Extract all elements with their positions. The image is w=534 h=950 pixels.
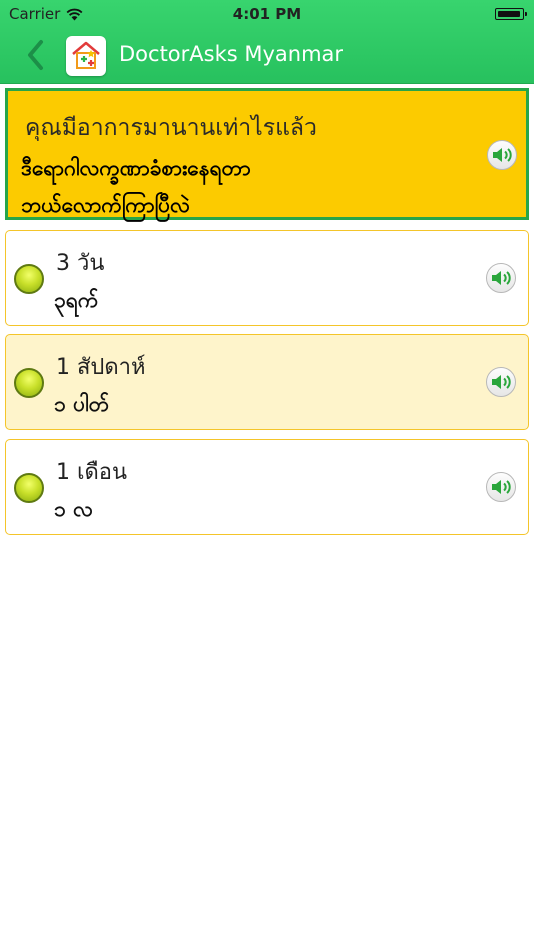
question-myanmar-line2: ဘယ်လောက်ကြာပြီလဲ <box>21 193 190 217</box>
answer-thai-text: 3 วัน <box>56 251 105 276</box>
battery-icon <box>495 8 527 20</box>
answer-option-1-week[interactable]: 1 สัปดาห์ ၁ ပါတ် <box>5 334 529 430</box>
answer-myanmar-text: ၁ ပါတ် <box>54 392 110 416</box>
answer-speaker-button[interactable] <box>486 472 516 502</box>
answer-myanmar-text: ၃ရက် <box>54 288 99 312</box>
question-myanmar-text: ဒီရောဂါလက္ခဏာခံစားနေရတာ ဘယ်လောက်ကြာပြီလဲ <box>21 150 461 224</box>
app-logo <box>66 36 106 76</box>
answer-myanmar-text: ၁ လ <box>54 497 93 521</box>
answer-speaker-button[interactable] <box>486 263 516 293</box>
question-speaker-button[interactable] <box>487 140 517 170</box>
answer-thai-text: 1 สัปดาห์ <box>56 355 146 380</box>
radio-button[interactable] <box>14 473 44 503</box>
speaker-icon <box>492 480 511 494</box>
page-title: DoctorAsks Myanmar <box>119 42 344 66</box>
status-time: 4:01 PM <box>232 5 302 23</box>
answer-thai-text: 1 เดือน <box>56 460 128 485</box>
nav-header: Carrier 4:01 PM DoctorAsks Myanmar <box>0 0 534 84</box>
question-thai-text: คุณมีอาการมานานเท่าไรแล้ว <box>25 115 317 141</box>
question-card: คุณมีอาการมานานเท่าไรแล้ว ဒီရောဂါလက္ခဏာခ… <box>5 88 529 220</box>
back-button[interactable] <box>22 38 50 72</box>
answer-option-1-month[interactable]: 1 เดือน ၁ လ <box>5 439 529 535</box>
question-myanmar-line1: ဒီရောဂါလက္ခဏာခံစားနေရတာ <box>21 156 251 180</box>
speaker-icon <box>493 148 512 162</box>
answer-speaker-button[interactable] <box>486 367 516 397</box>
speaker-icon <box>492 375 511 389</box>
radio-button[interactable] <box>14 264 44 294</box>
chevron-left-icon <box>28 40 43 70</box>
answer-option-3-days[interactable]: 3 วัน ၃ရက် <box>5 230 529 326</box>
status-bar: Carrier 4:01 PM <box>0 0 534 28</box>
radio-button[interactable] <box>14 368 44 398</box>
speaker-icon <box>492 271 511 285</box>
house-medical-logo-icon <box>72 41 100 69</box>
